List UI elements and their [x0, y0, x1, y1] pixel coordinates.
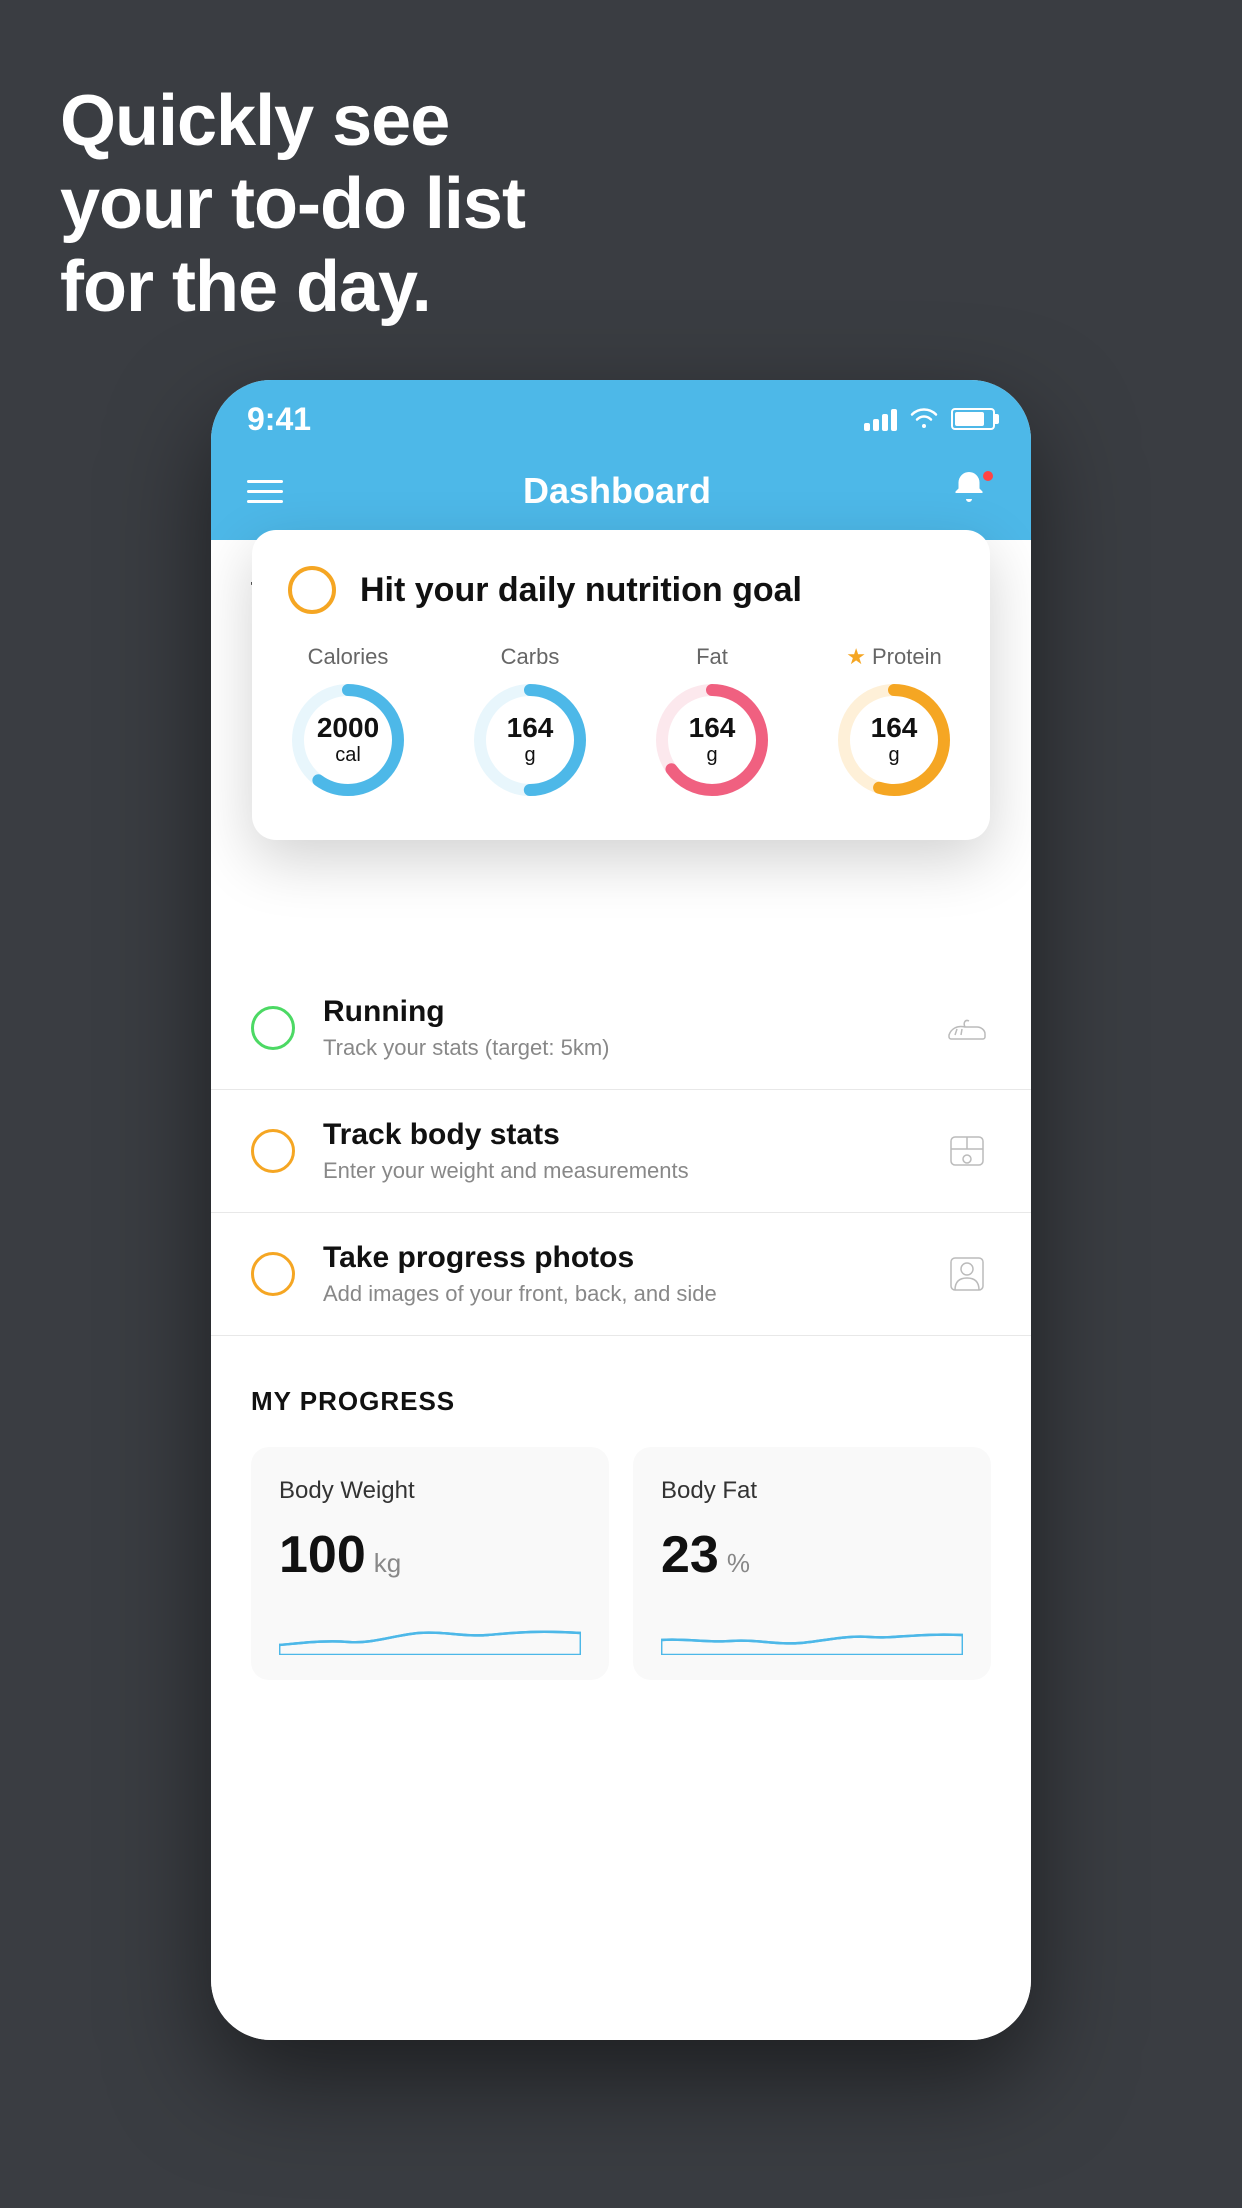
menu-button[interactable]: [247, 480, 283, 503]
protein-donut: 164 g: [834, 680, 954, 800]
calories-unit: cal: [335, 744, 361, 766]
body-weight-value: 100: [279, 1525, 366, 1585]
star-icon: ★: [846, 644, 866, 670]
progress-section: MY PROGRESS Body Weight 100 kg: [211, 1336, 1031, 1720]
headline-line2: your to-do list: [60, 164, 525, 244]
body-fat-chart: [661, 1605, 963, 1655]
calories-value: 2000: [317, 713, 379, 744]
body-fat-value-row: 23 %: [661, 1525, 963, 1585]
notification-bell-button[interactable]: [951, 469, 995, 513]
body-stats-title: Track body stats: [323, 1118, 915, 1152]
nutrition-calories: Calories 2000 cal: [288, 644, 408, 800]
scale-icon: [943, 1127, 991, 1175]
body-stats-text: Track body stats Enter your weight and m…: [323, 1118, 915, 1184]
header-title: Dashboard: [523, 470, 711, 512]
status-bar: 9:41: [211, 380, 1031, 450]
fat-donut: 164 g: [652, 680, 772, 800]
status-icons: [864, 404, 995, 435]
progress-section-title: MY PROGRESS: [251, 1386, 991, 1417]
photos-subtitle: Add images of your front, back, and side: [323, 1281, 915, 1307]
fat-unit: g: [706, 744, 717, 766]
body-weight-chart: [279, 1605, 581, 1655]
main-content: THINGS TO DO TODAY Hit your daily nutrit…: [211, 540, 1031, 2040]
headline-line1: Quickly see: [60, 81, 449, 161]
protein-label-row: ★ Protein: [846, 644, 941, 670]
running-text: Running Track your stats (target: 5km): [323, 995, 915, 1061]
progress-cards: Body Weight 100 kg Body Fat: [251, 1447, 991, 1680]
body-fat-card-title: Body Fat: [661, 1477, 963, 1505]
running-checkbox[interactable]: [251, 1006, 295, 1050]
carbs-label: Carbs: [501, 644, 560, 670]
fat-label: Fat: [696, 644, 728, 670]
body-weight-card[interactable]: Body Weight 100 kg: [251, 1447, 609, 1680]
notification-dot: [981, 469, 995, 483]
nutrition-circles: Calories 2000 cal: [288, 644, 954, 800]
nutrition-fat: Fat 164 g: [652, 644, 772, 800]
calories-label: Calories: [308, 644, 389, 670]
photos-checkbox[interactable]: [251, 1252, 295, 1296]
wifi-icon: [909, 404, 939, 435]
body-fat-value: 23: [661, 1525, 719, 1585]
headline-line3: for the day.: [60, 247, 431, 327]
body-fat-unit: %: [727, 1548, 750, 1579]
todo-body-stats[interactable]: Track body stats Enter your weight and m…: [211, 1090, 1031, 1213]
nutrition-card-title: Hit your daily nutrition goal: [360, 571, 802, 610]
phone-mockup: 9:41: [211, 380, 1031, 2040]
todo-progress-photos[interactable]: Take progress photos Add images of your …: [211, 1213, 1031, 1336]
photos-title: Take progress photos: [323, 1241, 915, 1275]
body-weight-card-title: Body Weight: [279, 1477, 581, 1505]
body-stats-checkbox[interactable]: [251, 1129, 295, 1173]
signal-icon: [864, 407, 897, 431]
protein-label: Protein: [872, 644, 942, 670]
nutrition-checkbox[interactable]: [288, 566, 336, 614]
nutrition-protein: ★ Protein 164 g: [834, 644, 954, 800]
running-subtitle: Track your stats (target: 5km): [323, 1035, 915, 1061]
headline: Quickly see your to-do list for the day.: [60, 80, 525, 328]
nutrition-card-header: Hit your daily nutrition goal: [288, 566, 954, 614]
carbs-unit: g: [524, 744, 535, 766]
carbs-value: 164: [507, 713, 554, 744]
calories-donut: 2000 cal: [288, 680, 408, 800]
shoe-icon: [943, 1004, 991, 1052]
carbs-donut: 164 g: [470, 680, 590, 800]
fat-value: 164: [689, 713, 736, 744]
app-header: Dashboard: [211, 450, 1031, 540]
body-fat-card[interactable]: Body Fat 23 %: [633, 1447, 991, 1680]
nutrition-carbs: Carbs 164 g: [470, 644, 590, 800]
protein-unit: g: [888, 744, 899, 766]
todo-running[interactable]: Running Track your stats (target: 5km): [211, 967, 1031, 1090]
body-stats-subtitle: Enter your weight and measurements: [323, 1158, 915, 1184]
body-weight-unit: kg: [374, 1548, 401, 1579]
status-time: 9:41: [247, 401, 311, 438]
photos-text: Take progress photos Add images of your …: [323, 1241, 915, 1307]
body-weight-value-row: 100 kg: [279, 1525, 581, 1585]
phone-screen: 9:41: [211, 380, 1031, 2040]
battery-icon: [951, 408, 995, 430]
running-title: Running: [323, 995, 915, 1029]
person-icon: [943, 1250, 991, 1298]
protein-value: 164: [871, 713, 918, 744]
nutrition-card: Hit your daily nutrition goal Calories: [252, 530, 990, 840]
